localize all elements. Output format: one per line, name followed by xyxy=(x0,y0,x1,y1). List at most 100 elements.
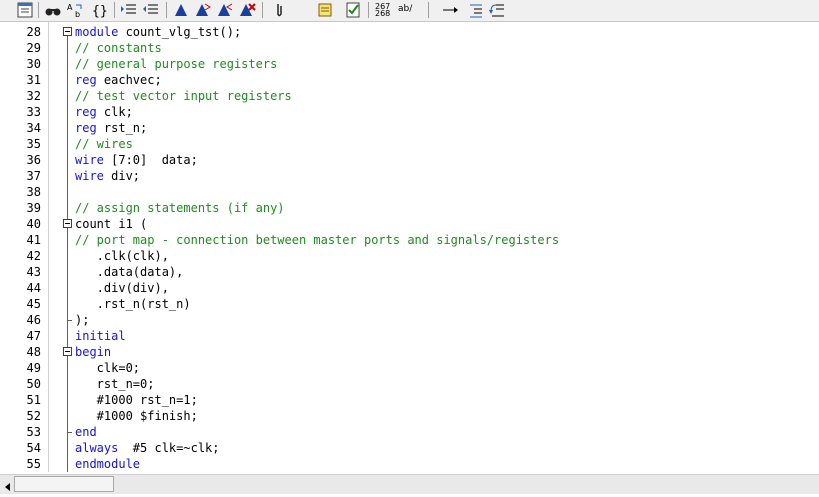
line-number: 46 xyxy=(26,313,41,327)
keyword-token: module xyxy=(75,25,119,39)
unindent-icon[interactable] xyxy=(142,1,160,19)
code-line[interactable]: begin xyxy=(75,344,111,360)
code-editor[interactable]: 28 module count_vlg_tst(); 29 // constants 3… xyxy=(0,22,819,472)
code-line[interactable]: #1000 rst_n=1; xyxy=(75,392,198,408)
fold-margin xyxy=(58,22,74,472)
code-line[interactable]: // wires xyxy=(75,136,133,152)
horizontal-scrollbar[interactable] xyxy=(0,474,819,494)
code-line[interactable]: // general purpose registers xyxy=(75,56,277,72)
attach-icon[interactable] xyxy=(270,1,288,19)
checklist-icon[interactable] xyxy=(344,1,362,19)
line-number: 29 xyxy=(26,41,41,55)
gutter-divider xyxy=(48,22,49,472)
keyword-token: reg xyxy=(75,121,97,135)
line-number: 30 xyxy=(26,57,41,71)
toolbar-separator xyxy=(38,2,39,18)
toolbar-separator xyxy=(114,2,115,18)
code-line[interactable]: // test vector input registers xyxy=(75,88,292,104)
keyword-token: wire xyxy=(75,153,104,167)
line-number: 53 xyxy=(26,425,41,439)
line-number: 47 xyxy=(26,329,41,343)
code-line[interactable]: reg clk; xyxy=(75,104,133,120)
code-token: .rst_n(rst_n) xyxy=(75,297,191,311)
code-line[interactable]: #1000 $finish; xyxy=(75,408,198,424)
bookmark-clear-icon[interactable] xyxy=(238,1,256,19)
code-line[interactable]: .data(data), xyxy=(75,264,184,280)
code-line[interactable]: .rst_n(rst_n) xyxy=(75,296,191,312)
replace-icon[interactable]: Ab xyxy=(66,1,84,19)
code-line[interactable]: reg eachvec; xyxy=(75,72,162,88)
svg-text:A: A xyxy=(67,3,73,12)
fold-toggle-icon[interactable] xyxy=(63,27,72,36)
code-line[interactable]: always #5 clk=~clk; xyxy=(75,440,220,456)
line-number: 48 xyxy=(26,345,41,359)
code-token: div; xyxy=(103,169,141,183)
scroll-left-arrow-icon[interactable] xyxy=(2,478,14,491)
bookmark-prev-icon[interactable] xyxy=(216,1,234,19)
code-line[interactable]: end xyxy=(75,424,97,440)
code-token: clk; xyxy=(96,105,133,119)
line-numbers-icon[interactable]: 267 268 xyxy=(374,2,394,18)
code-line[interactable]: count i1 ( xyxy=(75,216,147,232)
code-line[interactable]: ); xyxy=(75,312,89,328)
code-token: rst_n; xyxy=(96,121,148,135)
comment-token: // assign statements (if any) xyxy=(75,201,285,215)
code-line[interactable]: initial xyxy=(75,328,126,344)
undo-indent-icon[interactable] xyxy=(488,1,506,19)
fold-toggle-icon[interactable] xyxy=(63,347,72,356)
code-line[interactable]: wire [7:0] data; xyxy=(75,152,198,168)
arrow-right-icon[interactable] xyxy=(442,1,460,19)
code-line[interactable]: module count_vlg_tst(); xyxy=(75,24,241,40)
line-number: 43 xyxy=(26,265,41,279)
align-icon[interactable] xyxy=(466,1,484,19)
template-icon[interactable] xyxy=(316,1,334,19)
code-line[interactable]: // port map - connection between master … xyxy=(75,232,559,248)
comment-token: // wires xyxy=(75,137,133,151)
keyword-token: reg xyxy=(75,105,97,119)
code-line[interactable]: rst_n=0; xyxy=(75,376,155,392)
window-icon[interactable] xyxy=(16,1,34,19)
line-number: 40 xyxy=(26,217,41,231)
toolbar: Ab {} 267 268 ab/ xyxy=(0,0,819,22)
code-token: clk=0; xyxy=(75,361,141,375)
code-token: .data(data), xyxy=(75,265,184,279)
fold-toggle-icon[interactable] xyxy=(63,219,72,228)
code-line[interactable]: wire div; xyxy=(75,168,140,184)
line-number: 31 xyxy=(26,73,41,87)
keyword-token: wire xyxy=(75,169,104,183)
bookmark-toggle-icon[interactable] xyxy=(172,1,190,19)
code-line[interactable]: // constants xyxy=(75,40,162,56)
code-line[interactable]: .clk(clk), xyxy=(75,248,169,264)
line-number: 42 xyxy=(26,249,41,263)
braces-icon[interactable]: {} xyxy=(90,1,108,19)
code-line[interactable]: .div(div), xyxy=(75,280,169,296)
spelling-icon[interactable]: ab/ xyxy=(398,2,418,18)
keyword-token: reg xyxy=(75,73,97,87)
indent-icon[interactable] xyxy=(120,1,138,19)
toolbar-separator xyxy=(428,2,429,18)
find-icon[interactable] xyxy=(44,1,62,19)
code-line[interactable]: clk=0; xyxy=(75,360,140,376)
bookmark-next-icon[interactable] xyxy=(194,1,212,19)
code-token: count_vlg_tst(); xyxy=(118,25,242,39)
code-token: eachvec; xyxy=(96,73,162,87)
line-number: 54 xyxy=(26,441,41,455)
line-number: 51 xyxy=(26,393,41,407)
code-token: count i1 ( xyxy=(75,217,148,231)
comment-token: // general purpose registers xyxy=(75,57,278,71)
comment-token: // port map - connection between master … xyxy=(75,233,560,247)
line-number: 44 xyxy=(26,281,41,295)
code-line[interactable]: endmodule xyxy=(75,456,140,472)
code-token: [7:0] data; xyxy=(103,153,198,167)
keyword-token: end xyxy=(75,425,97,439)
svg-text:{}: {} xyxy=(92,4,108,19)
scrollbar-thumb[interactable] xyxy=(14,476,114,492)
line-number: 52 xyxy=(26,409,41,423)
code-line[interactable]: // assign statements (if any) xyxy=(75,200,285,216)
line-number: 32 xyxy=(26,89,41,103)
comment-token: // constants xyxy=(75,41,162,55)
line-number: 35 xyxy=(26,137,41,151)
code-line[interactable]: reg rst_n; xyxy=(75,120,147,136)
line-number: 37 xyxy=(26,169,41,183)
svg-text:b: b xyxy=(75,10,80,19)
